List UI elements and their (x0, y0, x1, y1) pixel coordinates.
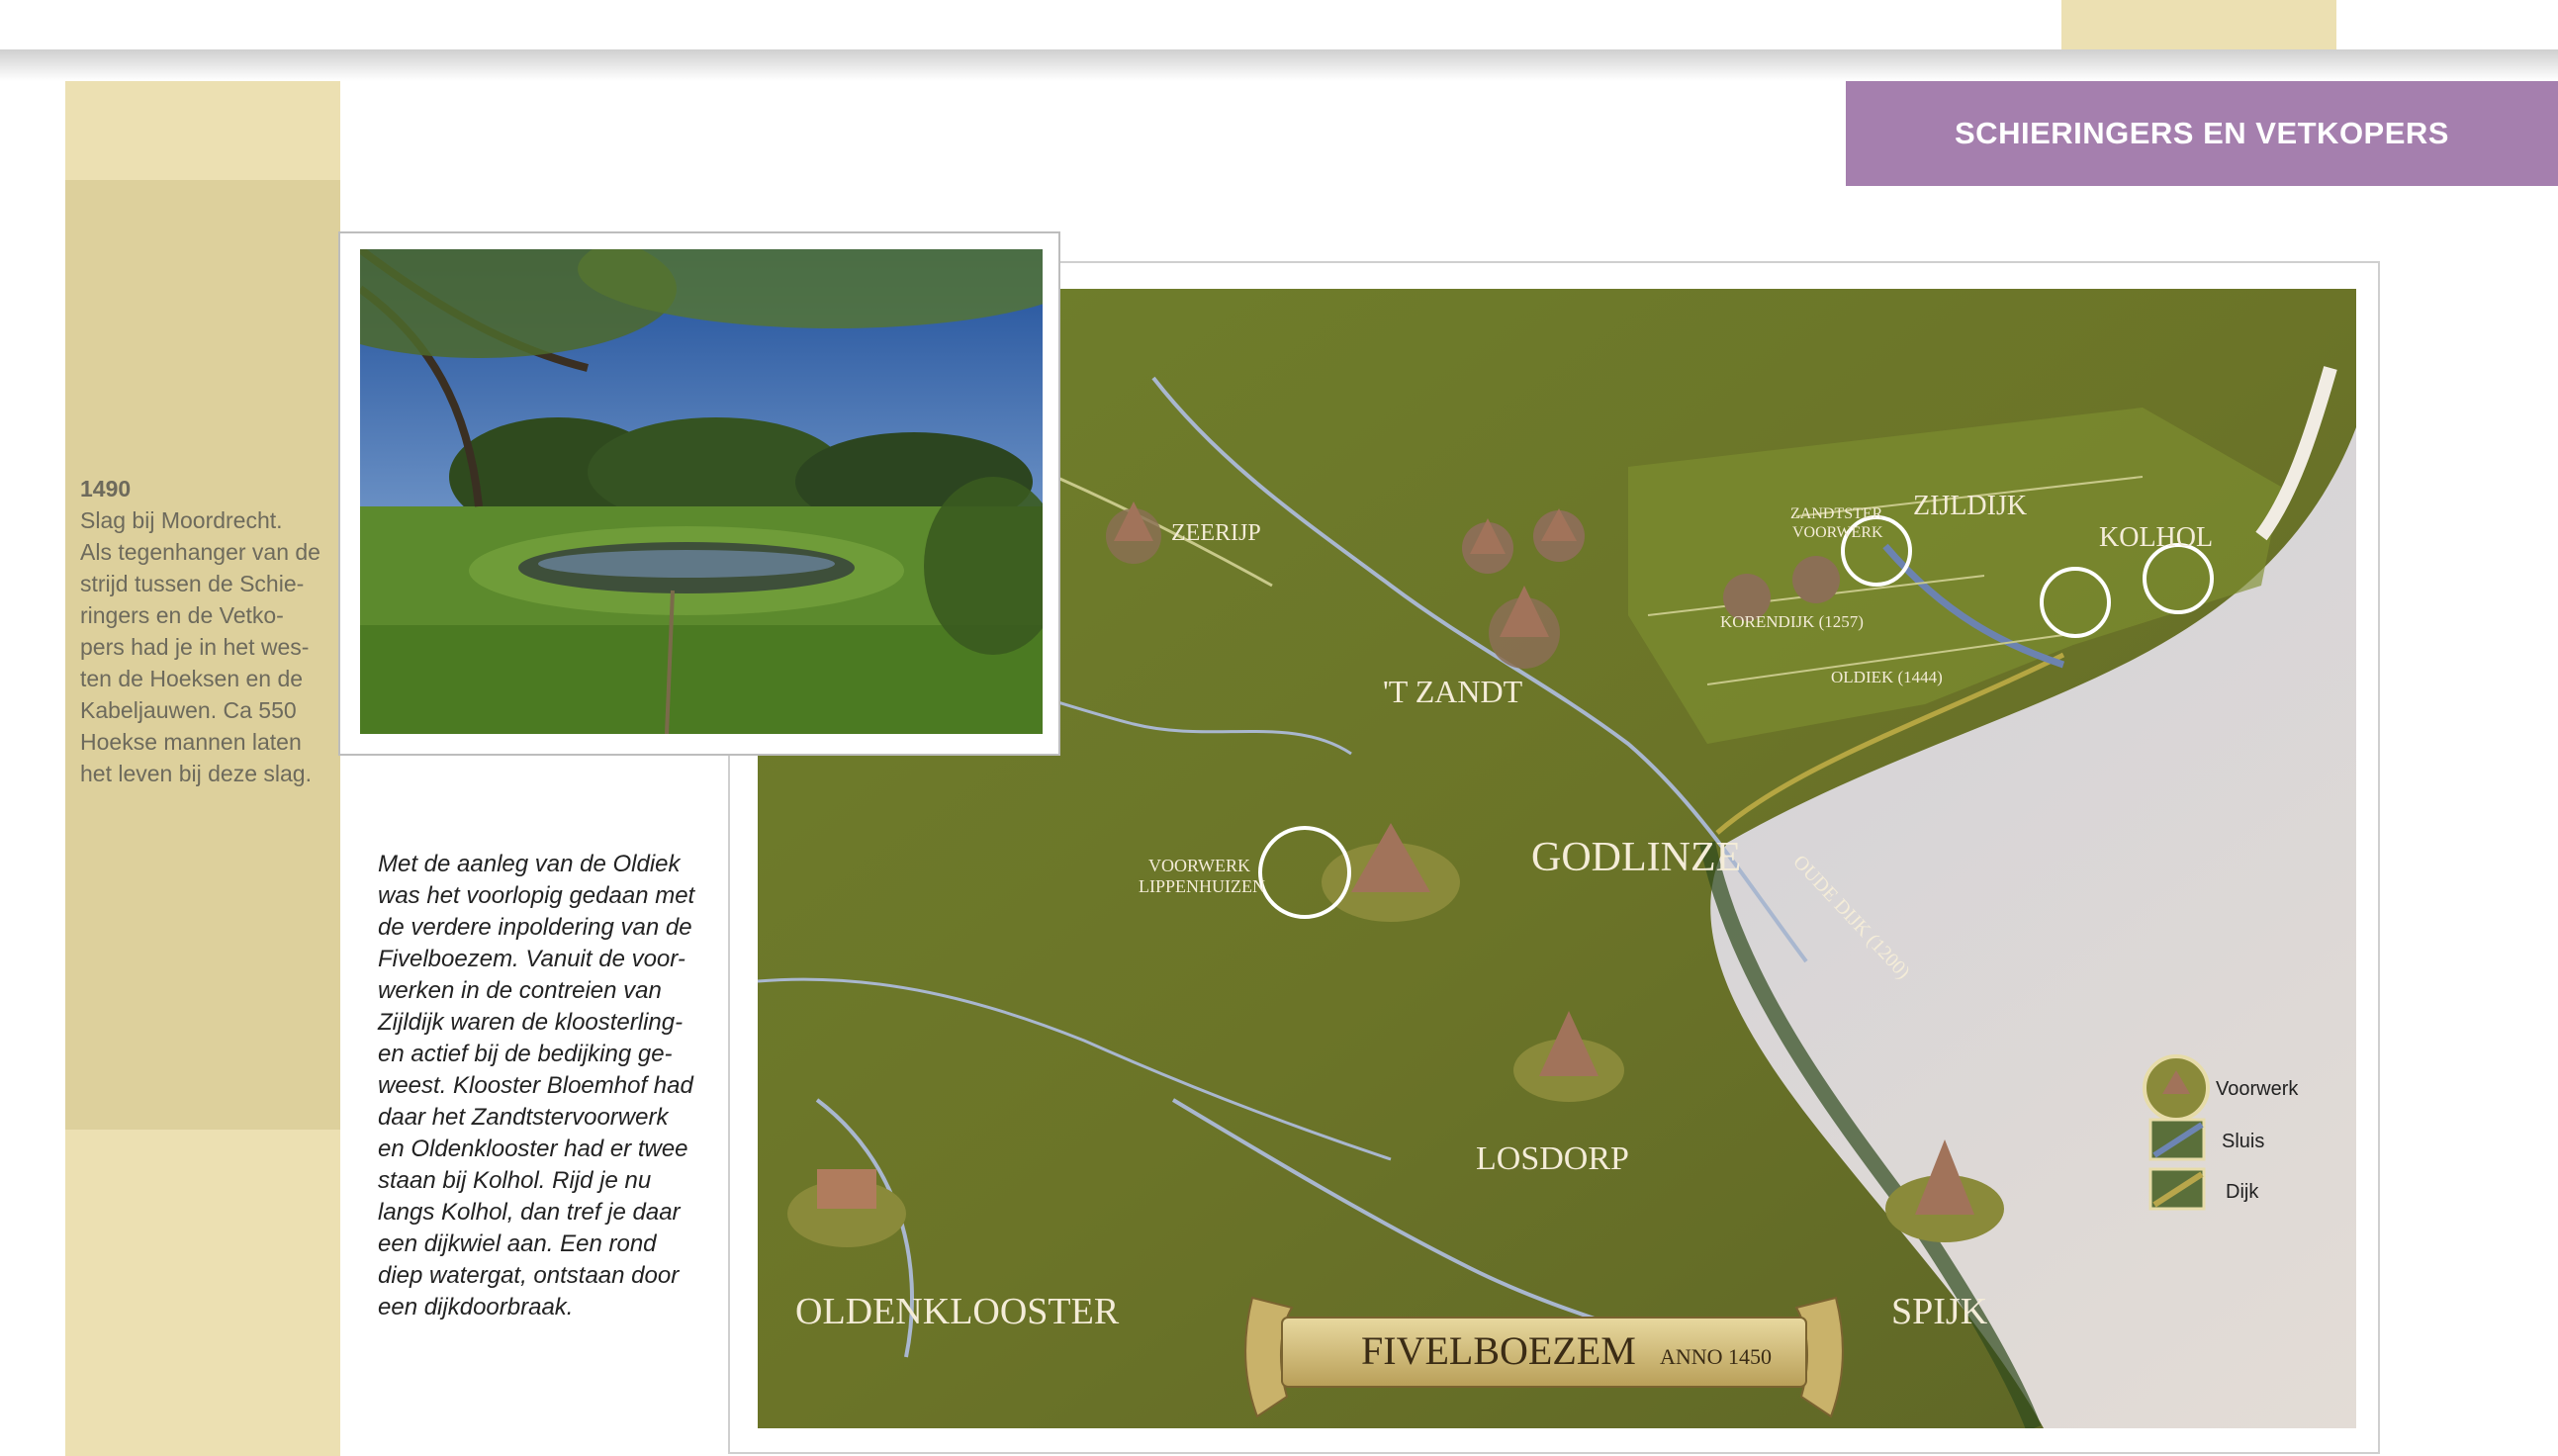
sidebar-year: 1490 (80, 476, 132, 501)
map-label-godlinze: GODLINZE (1531, 835, 1741, 880)
map-label-kolhol: KOLHOL (2099, 522, 2213, 553)
body-line: langs Kolhol, dan tref je daar (378, 1199, 681, 1226)
legend-label-voorwerk: Voorwerk (2216, 1078, 2299, 1100)
map-label-voorwerk-1: VOORWERK (1148, 856, 1250, 875)
top-bar-tab[interactable] (2061, 0, 2336, 49)
photo-svg (360, 249, 1043, 734)
sidebar-line: Slag bij Moordrecht. (80, 507, 283, 533)
map-banner-subtitle: ANNO 1450 (1660, 1344, 1772, 1369)
sidebar-line: pers had je in het wes- (80, 634, 310, 660)
map-label-t-zandt: 'T ZANDT (1383, 674, 1523, 709)
sidebar-line: strijd tussen de Schie- (80, 571, 305, 596)
section-header: SCHIERINGERS EN VETKOPERS (1846, 81, 2558, 186)
sidebar-text: 1490 Slag bij Moordrecht. Als tegenhange… (80, 473, 339, 789)
body-line: was het voorlopig gedaan met (378, 882, 695, 909)
body-line: en actief bij de bedijking ge- (378, 1041, 673, 1067)
body-line: Zijldijk waren de kloosterling- (378, 1009, 684, 1036)
body-line: en Oldenklooster had er twee (378, 1136, 688, 1162)
sidebar-line: ten de Hoeksen en de (80, 666, 304, 691)
body-line: werken in de contreien van (378, 977, 662, 1004)
map-label-lippenhuizen: LIPPENHUIZEN (1139, 876, 1265, 896)
body-line: Met de aanleg van de Oldiek (378, 851, 681, 877)
legend-label-dijk: Dijk (2226, 1181, 2259, 1203)
dijk-icon (2148, 1167, 2206, 1211)
sidebar-line: Als tegenhanger van de (80, 539, 320, 565)
sluis-icon (2148, 1118, 2206, 1161)
map-label-losdorp: LOSDORP (1476, 1140, 1629, 1177)
map-label-zijldijk: ZIJLDIJK (1913, 491, 2027, 521)
body-line: daar het Zandtstervoorwerk (378, 1104, 669, 1131)
map-label-oldiek: OLDIEK (1444) (1831, 668, 1943, 686)
body-line: een dijkdoorbraak. (378, 1294, 574, 1320)
sidebar-line: ringers en de Vetko- (80, 602, 284, 628)
map-label-spijk: SPIJK (1891, 1291, 1988, 1332)
sidebar-line: Kabeljauwen. Ca 550 (80, 697, 297, 723)
body-text: Met de aanleg van de Oldiek was het voor… (378, 849, 704, 1323)
sidebar-bottom-block (65, 1130, 340, 1456)
voorwerk-icon (2143, 1054, 2210, 1122)
map-label-zandtster: ZANDTSTER (1790, 505, 1883, 522)
top-shadow (0, 49, 2558, 81)
landscape-photo (360, 249, 1043, 734)
body-line: diep watergat, ontstaan door (378, 1262, 680, 1289)
sidebar-line: Hoekse mannen laten (80, 729, 302, 755)
body-line: een dijkwiel aan. Een rond (378, 1230, 657, 1257)
sidebar-line: het leven bij deze slag. (80, 761, 312, 786)
map-label-korendijk: KORENDIJK (1257) (1720, 612, 1864, 631)
sidebar-top-block (65, 81, 340, 180)
legend-label-sluis: Sluis (2222, 1131, 2264, 1152)
map-label-oldenklooster: OLDENKLOOSTER (795, 1291, 1120, 1332)
body-line: Fivelboezem. Vanuit de voor- (378, 946, 685, 972)
body-line: staan bij Kolhol. Rijd je nu (378, 1167, 652, 1194)
map-banner-title: FIVELBOEZEM (1361, 1328, 1636, 1373)
map-label-zeerijp: ZEERIJP (1171, 520, 1261, 546)
body-line: weest. Klooster Bloemhof had (378, 1072, 693, 1099)
body-line: de verdere inpoldering van de (378, 914, 692, 941)
map-label-voorwerk: VOORWERK (1792, 524, 1883, 541)
section-title: SCHIERINGERS EN VETKOPERS (1955, 116, 2449, 150)
